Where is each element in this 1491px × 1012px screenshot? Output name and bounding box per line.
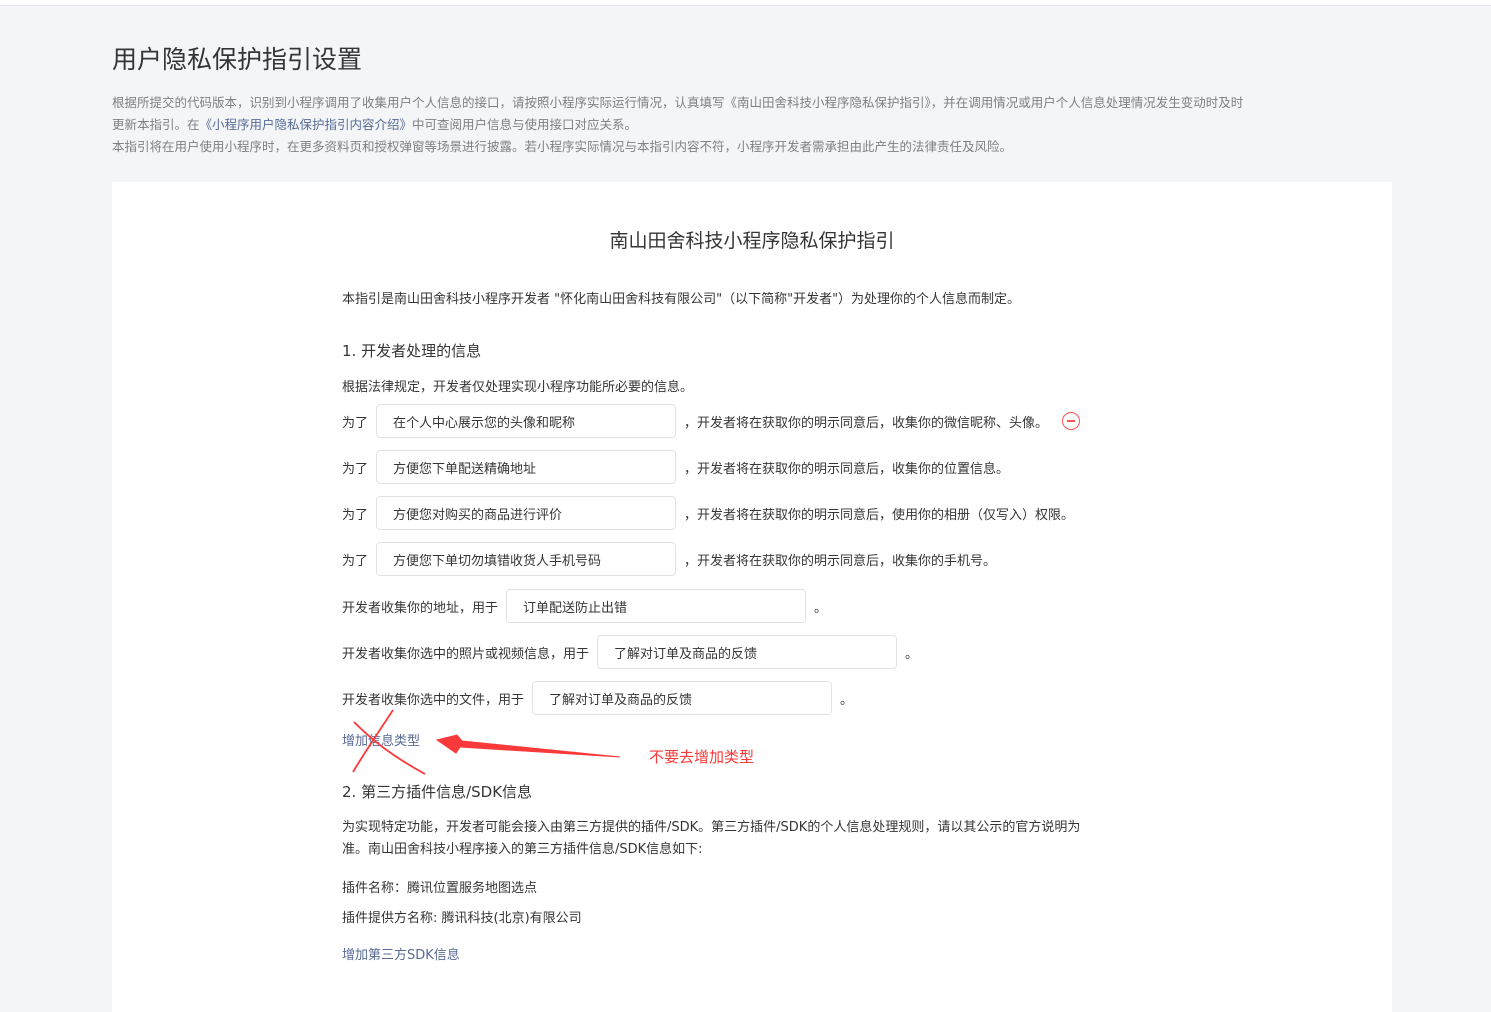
desc-line2: 本指引将在用户使用小程序时，在更多资料页和授权弹窗等场景进行披露。若小程序实际情… <box>112 139 1013 154</box>
collect-end: 。 <box>905 646 919 662</box>
section2-heading: 2. 第三方插件信息/SDK信息 <box>342 783 533 801</box>
collect-input[interactable]: 订单配送防止出错 <box>506 589 807 623</box>
purpose-row: 为了 方便您下单切勿填错收货人手机号码 ，开发者将在获取你的明示同意后，收集你的… <box>342 541 996 577</box>
section2-para-line2: 准。南山田舍科技小程序接入的第三方插件信息/SDK信息如下: <box>342 842 703 857</box>
annotation-note: 不要去增加类型 <box>649 748 755 766</box>
guide-intro: 本指引是南山田舍科技小程序开发者 "怀化南山田舍科技有限公司"（以下简称"开发者… <box>342 292 1021 307</box>
top-bar <box>0 0 1491 6</box>
plugin-provider: 插件提供方名称: 腾讯科技(北京)有限公司 <box>342 911 582 926</box>
collect-end: 。 <box>840 692 854 708</box>
purpose-suffix: ，开发者将在获取你的明示同意后，收集你的微信昵称、头像。 <box>684 415 1049 431</box>
page-title: 用户隐私保护指引设置 <box>112 45 363 74</box>
purpose-input[interactable]: 方便您下单配送精确地址 <box>376 450 677 484</box>
purpose-input[interactable]: 方便您对购买的商品进行评价 <box>376 496 677 530</box>
guide-title: 南山田舍科技小程序隐私保护指引 <box>609 230 895 252</box>
page-description: 根据所提交的代码版本，识别到小程序调用了收集用户个人信息的接口，请按照小程序实际… <box>112 92 1397 158</box>
collect-row: 开发者收集你选中的照片或视频信息，用于 了解对订单及商品的反馈 。 <box>342 634 918 670</box>
purpose-prefix: 为了 <box>342 461 369 477</box>
purpose-suffix: ，开发者将在获取你的明示同意后，收集你的手机号。 <box>684 553 997 569</box>
add-sdk-link[interactable]: 增加第三方SDK信息 <box>342 944 460 963</box>
guide-intro-link[interactable]: 《小程序用户隐私保护指引内容介绍》 <box>200 117 413 132</box>
collect-row: 开发者收集你选中的文件，用于 了解对订单及商品的反馈 。 <box>342 680 853 716</box>
section2-para-line1: 为实现特定功能，开发者可能会接入由第三方提供的插件/SDK。第三方插件/SDK的… <box>342 820 1081 835</box>
purpose-row: 为了 在个人中心展示您的头像和昵称 ，开发者将在获取你的明示同意后，收集你的微信… <box>342 403 1081 439</box>
purpose-input[interactable]: 方便您下单切勿填错收货人手机号码 <box>376 542 677 576</box>
purpose-prefix: 为了 <box>342 507 369 523</box>
purpose-prefix: 为了 <box>342 553 369 569</box>
remove-icon[interactable] <box>1062 412 1081 430</box>
purpose-suffix: ，开发者将在获取你的明示同意后，使用你的相册（仅写入）权限。 <box>684 507 1075 523</box>
collect-label: 开发者收集你选中的文件，用于 <box>342 692 525 708</box>
desc-line1: 根据所提交的代码版本，识别到小程序调用了收集用户个人信息的接口，请按照小程序实际… <box>112 95 1244 110</box>
plugin-name: 插件名称：腾讯位置服务地图选点 <box>342 881 538 896</box>
collect-input[interactable]: 了解对订单及商品的反馈 <box>597 635 898 669</box>
section1-heading: 1. 开发者处理的信息 <box>342 342 482 360</box>
purpose-row: 为了 方便您对购买的商品进行评价 ，开发者将在获取你的明示同意后，使用你的相册（… <box>342 495 1074 531</box>
collect-input[interactable]: 了解对订单及商品的反馈 <box>532 681 833 715</box>
add-info-type-link[interactable]: 增加信息类型 <box>342 730 420 749</box>
section2-paragraph: 为实现特定功能，开发者可能会接入由第三方提供的插件/SDK。第三方插件/SDK的… <box>342 817 1080 861</box>
purpose-prefix: 为了 <box>342 415 369 431</box>
arrow-icon <box>435 734 621 758</box>
section1-note: 根据法律规定，开发者仅处理实现小程序功能所必要的信息。 <box>342 380 694 395</box>
collect-end: 。 <box>814 600 828 616</box>
privacy-guide-card: 南山田舍科技小程序隐私保护指引 本指引是南山田舍科技小程序开发者 "怀化南山田舍… <box>112 182 1392 1012</box>
collect-label: 开发者收集你选中的照片或视频信息，用于 <box>342 646 590 662</box>
collect-row: 开发者收集你的地址，用于 订单配送防止出错 。 <box>342 588 827 624</box>
desc-line1-c: 中可查阅用户信息与使用接口对应关系。 <box>412 117 638 132</box>
purpose-row: 为了 方便您下单配送精确地址 ，开发者将在获取你的明示同意后，收集你的位置信息。 <box>342 449 1009 485</box>
purpose-input[interactable]: 在个人中心展示您的头像和昵称 <box>376 404 677 438</box>
purpose-suffix: ，开发者将在获取你的明示同意后，收集你的位置信息。 <box>684 461 1010 477</box>
desc-line1-b: 更新本指引。在 <box>112 117 200 132</box>
collect-label: 开发者收集你的地址，用于 <box>342 600 499 616</box>
